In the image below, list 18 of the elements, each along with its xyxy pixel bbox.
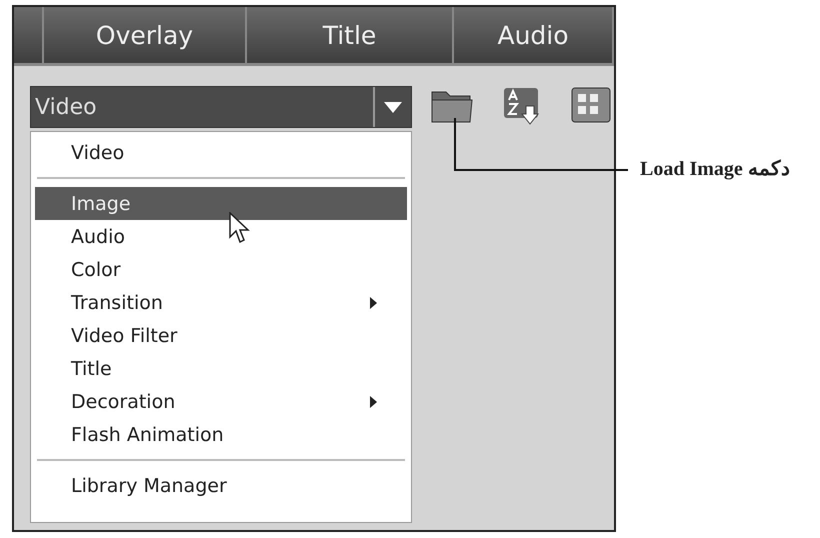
category-dropdown[interactable]: Video bbox=[30, 86, 412, 128]
menu-item[interactable]: Transition bbox=[35, 286, 407, 319]
tab[interactable]: Audio bbox=[454, 7, 614, 63]
tab[interactable]: Overlay bbox=[44, 7, 247, 63]
menu-item[interactable]: Video Filter bbox=[35, 319, 407, 352]
tab[interactable]: Title bbox=[247, 7, 454, 63]
menu-item[interactable]: Flash Animation bbox=[35, 418, 407, 451]
mouse-cursor-icon bbox=[229, 212, 251, 244]
tab[interactable] bbox=[14, 7, 44, 63]
menu-item[interactable]: Decoration bbox=[35, 385, 407, 418]
menu-item[interactable]: Library Manager bbox=[35, 469, 407, 502]
menu-item[interactable]: Color bbox=[35, 253, 407, 286]
menu-item[interactable]: Video bbox=[35, 136, 407, 169]
menu-item[interactable]: Audio bbox=[35, 220, 407, 253]
callout-label: Load Image دکمه bbox=[640, 157, 790, 181]
dropdown-arrow-icon bbox=[384, 102, 402, 112]
menu-item[interactable]: Title bbox=[35, 352, 407, 385]
menu-item[interactable]: Image bbox=[35, 187, 407, 220]
